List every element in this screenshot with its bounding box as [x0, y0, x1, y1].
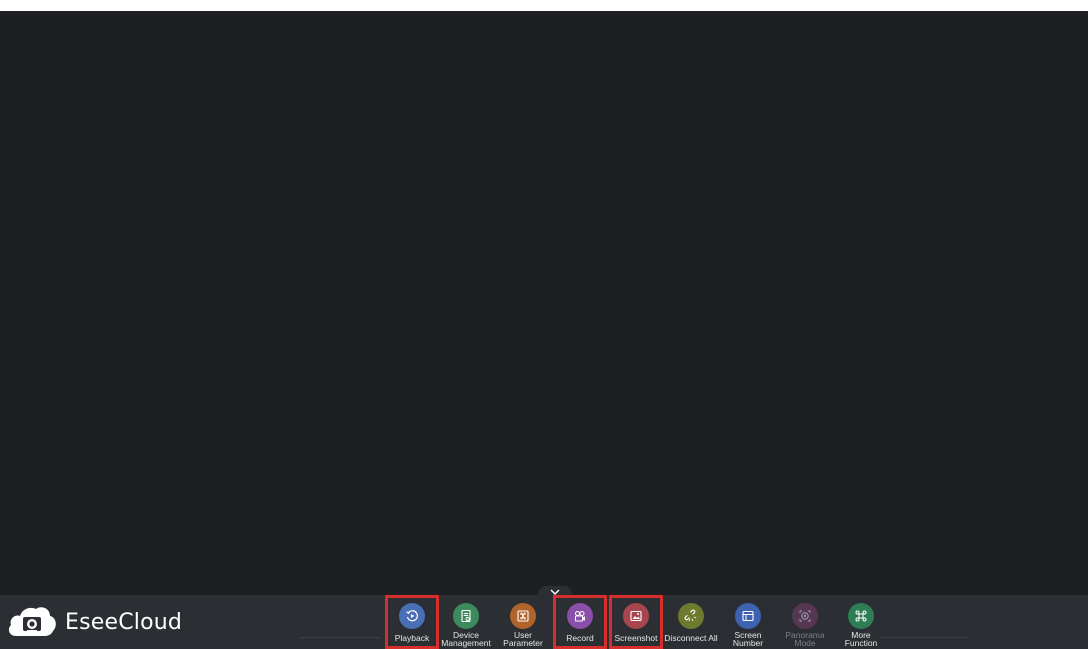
toolbar-divider-left: [300, 637, 380, 638]
record-label: Record: [566, 633, 594, 643]
brand: EseeCloud: [6, 602, 182, 642]
panorama-mode-label: Panorama Mode: [785, 630, 825, 648]
playback-icon: [406, 610, 418, 622]
chevron-down-icon: [550, 589, 560, 595]
screen-number-label: Screen Number: [732, 630, 764, 648]
playback-button[interactable]: Playback: [385, 595, 439, 649]
user-parameter-icon: [517, 610, 529, 622]
disconnect-all-label: Disconnect All: [664, 633, 718, 643]
screenshot-icon: [630, 610, 642, 622]
screenshot-icon-bg: [623, 603, 649, 629]
disconnect-icon-bg: [678, 603, 704, 629]
playback-icon-bg: [399, 603, 425, 629]
more-function-label: More Function: [844, 630, 878, 648]
panorama-icon: [799, 610, 811, 622]
device-management-icon-bg: [453, 603, 479, 629]
record-icon: [575, 611, 585, 622]
brand-name: EseeCloud: [65, 609, 183, 635]
user-parameter-icon-bg: [510, 603, 536, 629]
more-function-button[interactable]: More Function: [834, 597, 888, 648]
video-viewport[interactable]: [0, 11, 1088, 595]
disconnect-all-button[interactable]: Disconnect All: [664, 597, 718, 648]
record-button[interactable]: Record: [553, 595, 607, 649]
disconnect-icon: [684, 609, 697, 622]
record-icon-bg: [567, 603, 593, 629]
user-parameter-button[interactable]: User Parameter: [496, 597, 550, 648]
panorama-icon-bg: [792, 603, 818, 629]
toolbar-divider-right: [880, 637, 968, 638]
user-parameter-label: User Parameter: [503, 630, 543, 648]
device-management-label: Device Management: [441, 630, 491, 648]
panorama-mode-button[interactable]: Panorama Mode: [778, 597, 832, 648]
screen-number-icon: [742, 610, 754, 622]
bottom-toolbar: EseeCloud Playback Device Management Use…: [0, 595, 1088, 649]
playback-label: Playback: [394, 633, 430, 643]
more-function-icon-bg: [848, 603, 874, 629]
device-management-button[interactable]: Device Management: [439, 597, 493, 648]
screen-number-icon-bg: [735, 603, 761, 629]
cloud-camera-icon: [8, 607, 56, 636]
device-management-icon: [461, 609, 471, 623]
screen-number-button[interactable]: Screen Number: [721, 597, 775, 648]
more-function-icon: [855, 610, 867, 622]
screenshot-button[interactable]: Screenshot: [609, 595, 663, 649]
screenshot-label: Screenshot: [614, 633, 658, 643]
